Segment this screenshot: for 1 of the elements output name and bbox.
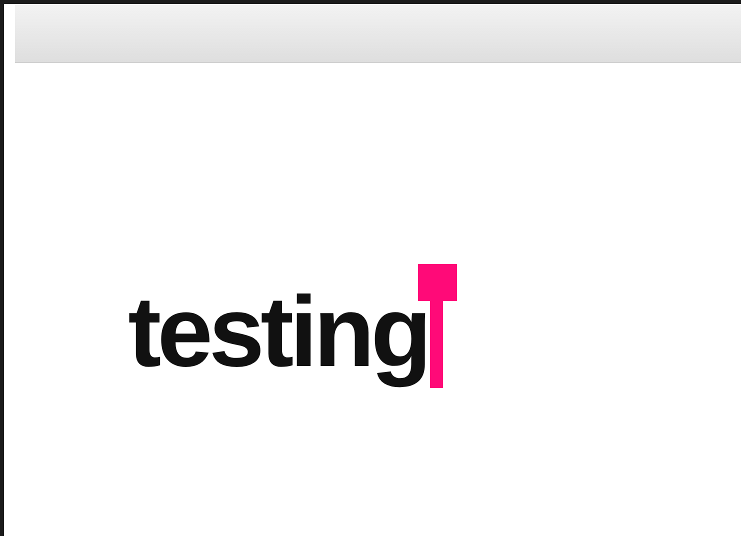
editor-text: testing — [128, 275, 428, 390]
